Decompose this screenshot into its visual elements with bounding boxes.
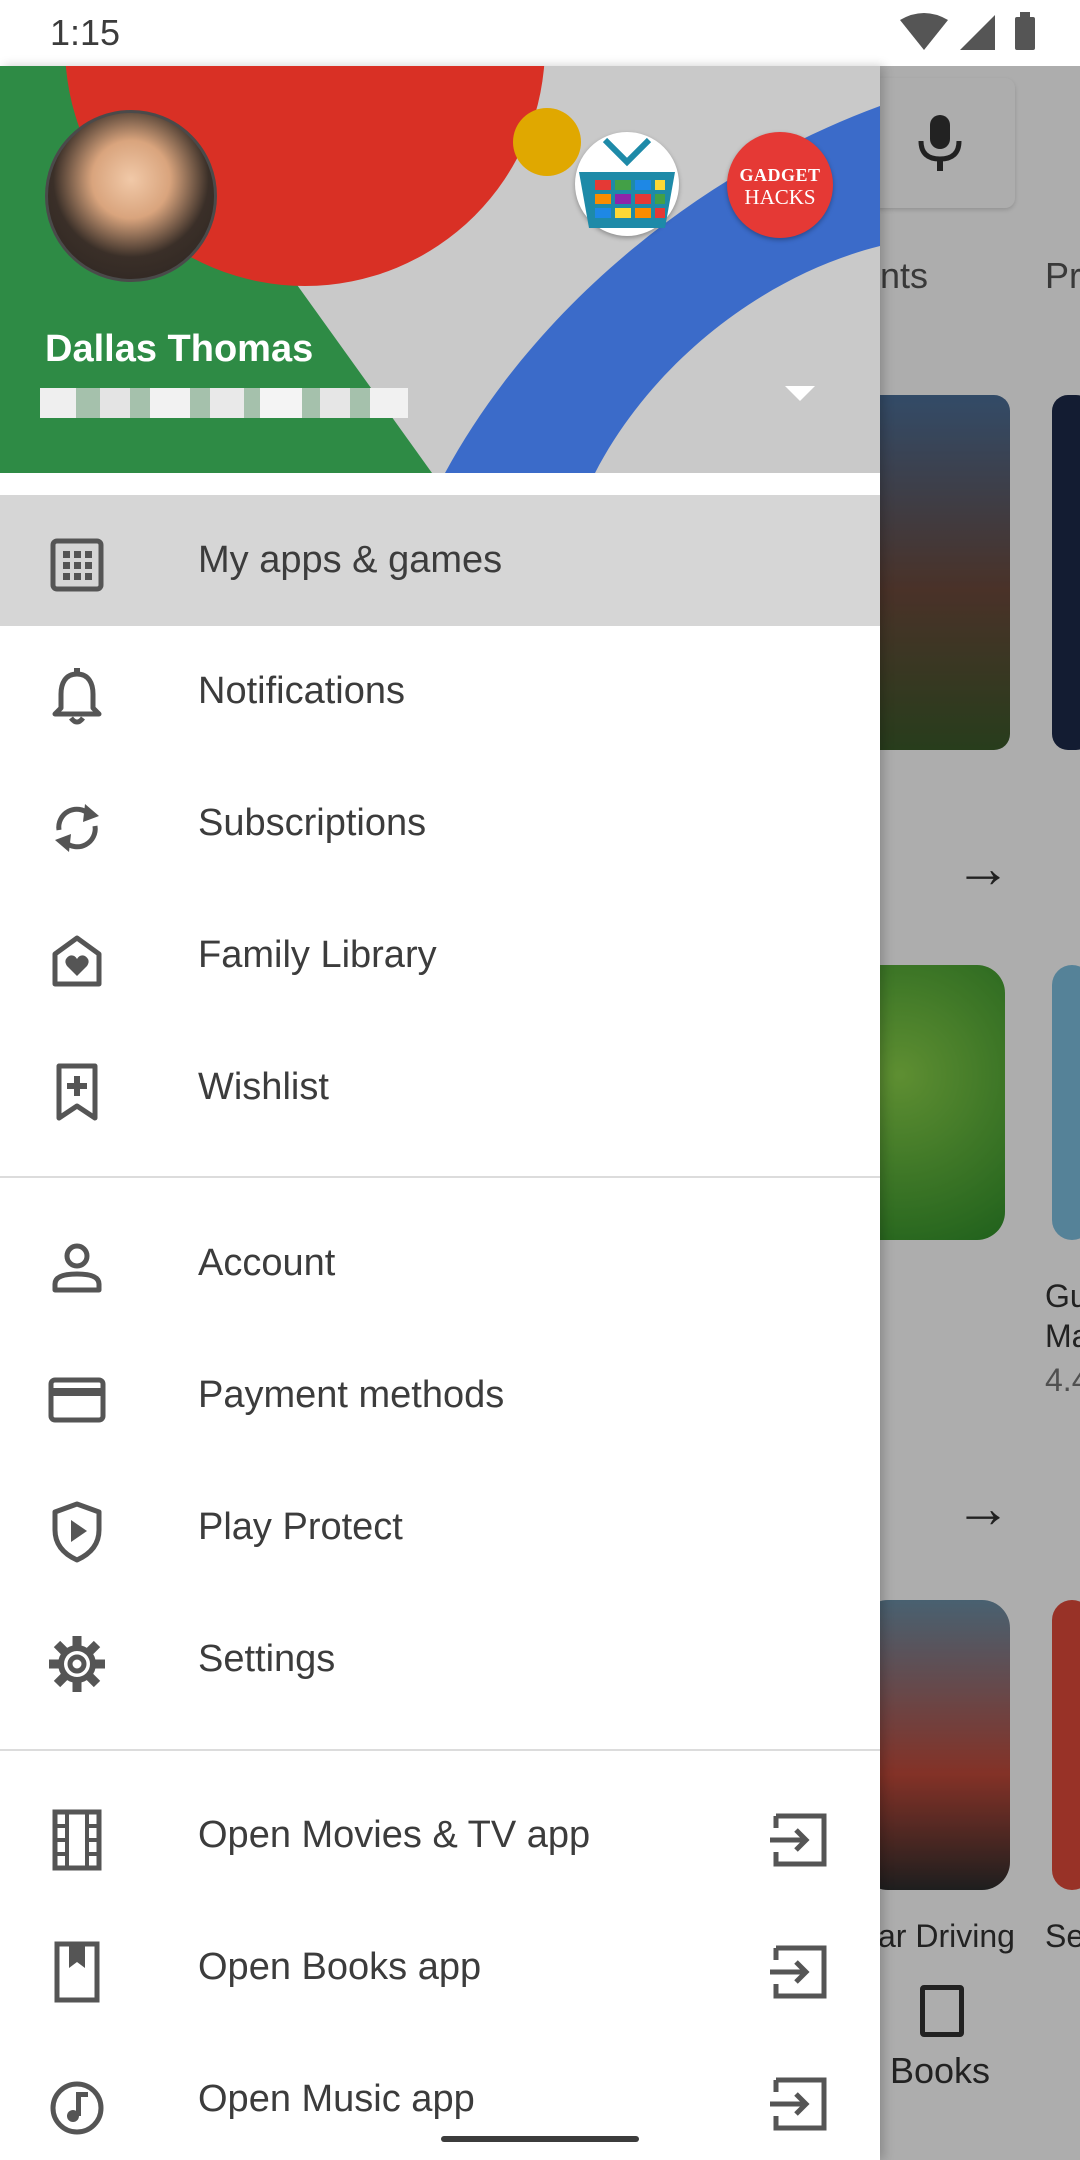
apps-grid-icon	[50, 538, 104, 592]
bell-icon	[52, 668, 102, 725]
menu-item-account[interactable]: Account	[0, 1198, 880, 1329]
menu-item-label: Family Library	[198, 934, 437, 976]
divider	[0, 1176, 880, 1178]
shield-play-icon	[52, 1501, 102, 1563]
menu-item-family-library[interactable]: Family Library	[0, 890, 880, 1021]
menu-item-label: Account	[198, 1242, 336, 1284]
music-note-icon	[50, 2081, 104, 2135]
menu-item-subscriptions[interactable]: Subscriptions	[0, 758, 880, 889]
refresh-icon	[55, 804, 99, 852]
menu-item-my-apps-games[interactable]: My apps & games	[0, 495, 880, 626]
menu-item-label: Open Books app	[198, 1946, 482, 1988]
menu-item-open-movies-tv[interactable]: Open Movies & TV app	[0, 1770, 880, 1901]
person-icon	[52, 1243, 102, 1293]
bookmark-add-icon	[56, 1063, 98, 1121]
gadget-hacks-logo-text: HACKS	[744, 185, 816, 209]
status-icons	[900, 12, 1035, 50]
menu-item-open-music[interactable]: Open Music app	[0, 2034, 880, 2160]
navigation-drawer: GADGET HACKS Dallas Thomas My apps & gam…	[0, 66, 880, 2160]
gear-icon	[49, 1636, 105, 1692]
menu-item-payment-methods[interactable]: Payment methods	[0, 1330, 880, 1461]
gadget-hacks-logo-text: GADGET	[739, 165, 821, 185]
status-bar: 1:15	[0, 0, 1080, 66]
book-bookmark-icon	[54, 1941, 100, 2003]
menu-item-settings[interactable]: Settings	[0, 1594, 880, 1725]
menu-item-label: Open Movies & TV app	[198, 1814, 591, 1856]
home-gesture-bar[interactable]	[441, 2136, 639, 2142]
account-switcher-dropdown-icon[interactable]	[785, 386, 815, 401]
secondary-account-avatar[interactable]	[575, 132, 679, 236]
status-time: 1:15	[50, 12, 121, 53]
menu-item-label: Payment methods	[198, 1374, 505, 1416]
cellular-signal-icon	[960, 15, 995, 50]
menu-item-label: Play Protect	[198, 1506, 403, 1548]
menu-item-wishlist[interactable]: Wishlist	[0, 1022, 880, 1153]
drawer-header: GADGET HACKS Dallas Thomas	[0, 66, 880, 473]
menu-item-open-books[interactable]: Open Books app	[0, 1902, 880, 2033]
open-external-app-icon	[770, 2077, 827, 2131]
menu-item-label: Settings	[198, 1638, 336, 1680]
secondary-account-avatar[interactable]: GADGET HACKS	[727, 132, 833, 238]
menu-item-label: Wishlist	[198, 1066, 329, 1108]
menu-item-label: Notifications	[198, 670, 405, 712]
menu-item-play-protect[interactable]: Play Protect	[0, 1462, 880, 1593]
user-email-redacted	[40, 388, 408, 418]
user-name: Dallas Thomas	[45, 328, 314, 370]
menu-item-label: Subscriptions	[198, 802, 427, 844]
open-external-app-icon	[770, 1945, 827, 1999]
credit-card-icon	[48, 1377, 106, 1423]
wifi-icon	[900, 13, 948, 50]
menu-item-notifications[interactable]: Notifications	[0, 626, 880, 757]
open-external-app-icon	[770, 1813, 827, 1867]
menu-item-label: Open Music app	[198, 2078, 475, 2120]
user-avatar[interactable]	[45, 110, 217, 282]
menu-item-label: My apps & games	[198, 539, 503, 581]
divider	[0, 1749, 880, 1751]
family-heart-icon	[52, 935, 102, 987]
film-strip-icon	[52, 1809, 102, 1871]
battery-icon	[1015, 12, 1035, 50]
tv-grid-logo-icon	[577, 134, 677, 234]
